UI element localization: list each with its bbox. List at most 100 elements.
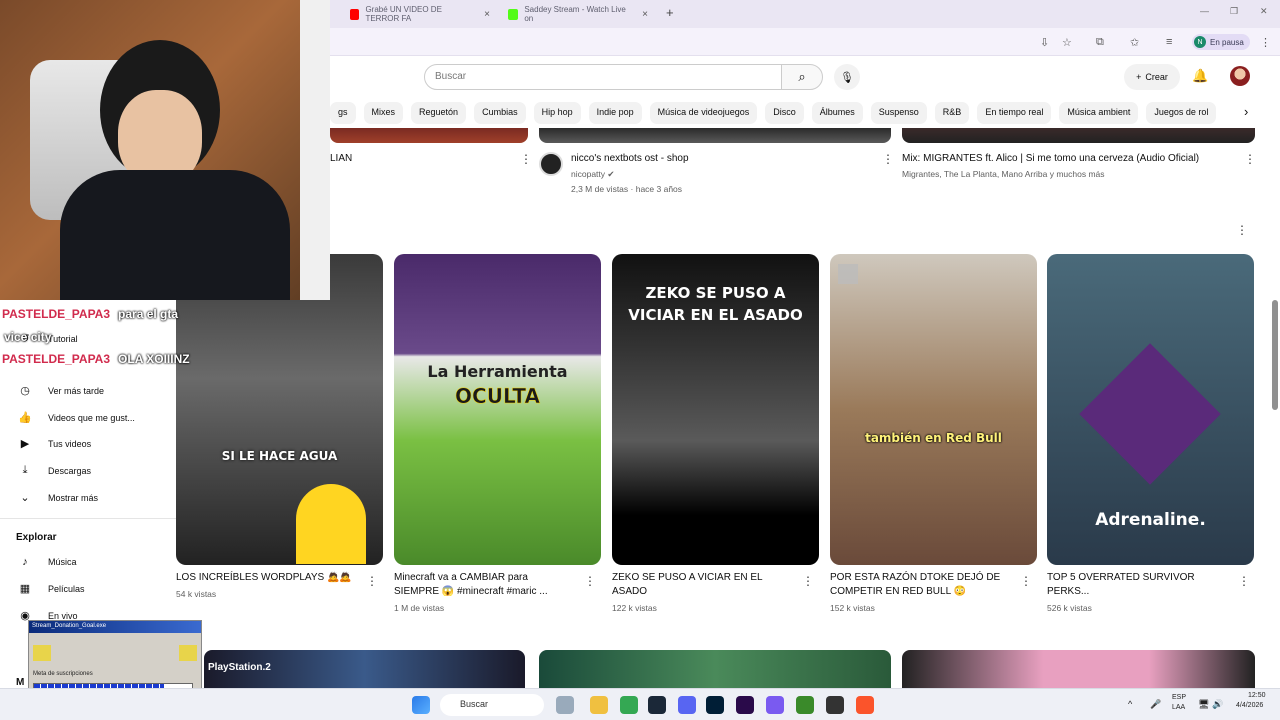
reading-list-icon[interactable]: ≡ xyxy=(1166,36,1172,48)
channel-name[interactable]: nicopatty ✔ xyxy=(571,169,615,180)
create-button[interactable]: + Crear xyxy=(1124,64,1180,90)
video-thumbnail[interactable] xyxy=(539,650,891,688)
search-input[interactable]: Buscar xyxy=(424,64,782,90)
install-app-icon[interactable]: ⇩ xyxy=(1040,36,1049,49)
clock-icon: ◷ xyxy=(20,385,30,397)
sidebar-item-your-videos[interactable]: ▶ Tus videos xyxy=(18,437,91,450)
more-options-icon[interactable]: ⋮ xyxy=(1020,574,1032,588)
taskbar-search[interactable]: Buscar xyxy=(440,694,544,716)
chevron-right-icon[interactable]: › xyxy=(1244,104,1248,119)
more-options-icon[interactable]: ⋮ xyxy=(1244,152,1256,166)
mic-icon[interactable]: 🎤 xyxy=(1150,699,1161,710)
notifications-bell-icon[interactable]: 🔔 xyxy=(1192,68,1208,84)
chip[interactable]: Música de videojuegos xyxy=(649,102,758,124)
new-tab-icon[interactable]: + xyxy=(666,5,674,20)
chrome-icon[interactable] xyxy=(620,696,638,714)
minimize-icon[interactable]: — xyxy=(1200,6,1209,16)
short-thumbnail-3[interactable]: ZEKO SE PUSO A VICIAR EN EL ASADO xyxy=(612,254,819,565)
chip[interactable]: R&B xyxy=(934,102,970,124)
close-tab-icon[interactable]: × xyxy=(484,9,490,20)
sidebar-item-downloads[interactable]: ⤓ Descargas xyxy=(18,464,91,477)
video-title[interactable]: Mix: MIGRANTES ft. Alico | Si me tomo un… xyxy=(902,152,1232,166)
favorites-icon[interactable]: ✩ xyxy=(1130,36,1139,49)
app-icon[interactable] xyxy=(826,696,844,714)
video-thumbnail[interactable] xyxy=(330,128,528,143)
clock-date[interactable]: 4/4/2026 xyxy=(1236,702,1263,709)
maximize-icon[interactable]: ❐ xyxy=(1230,6,1238,17)
short-views: 54 k vistas xyxy=(176,589,217,599)
browser-menu-icon[interactable]: ⋮ xyxy=(1260,36,1271,49)
photoshop-icon[interactable] xyxy=(706,696,724,714)
more-options-icon[interactable]: ⋮ xyxy=(1238,574,1250,588)
volume-icon[interactable]: 🔊 xyxy=(1212,699,1223,710)
close-tab-icon[interactable]: × xyxy=(642,9,648,20)
short-title[interactable]: LOS INCREÍBLES WORDPLAYS 🙇🙇 xyxy=(176,571,366,585)
chat-text: OLA XOIIINZ xyxy=(118,352,190,366)
chip[interactable]: Disco xyxy=(765,102,804,124)
extensions-icon[interactable]: ⧉ xyxy=(1096,36,1104,49)
short-thumbnail-2[interactable]: La Herramienta OCULTA xyxy=(394,254,601,565)
more-options-icon[interactable]: ⋮ xyxy=(520,152,532,166)
more-options-icon[interactable]: ⋮ xyxy=(584,574,596,588)
chip[interactable]: Suspenso xyxy=(870,102,927,124)
chip[interactable]: Hip hop xyxy=(533,102,581,124)
video-title[interactable]: LIAN xyxy=(330,152,352,166)
shelf-more-options-icon[interactable]: ⋮ xyxy=(1236,223,1248,237)
sidebar-item-liked[interactable]: 👍 Videos que me gust... xyxy=(18,411,135,424)
language-indicator[interactable]: ESP xyxy=(1172,694,1186,701)
steam-icon[interactable] xyxy=(648,696,666,714)
short-thumbnail-5[interactable]: Adrenaline. xyxy=(1047,254,1254,565)
browser-tab-kick[interactable]: Saddey Stream - Watch Live on × xyxy=(502,4,654,24)
short-title[interactable]: Minecraft va a CAMBIAR para SIEMPRE 😱 #m… xyxy=(394,571,574,599)
browser-profile-button[interactable]: N En pausa xyxy=(1192,34,1250,50)
user-avatar[interactable] xyxy=(1230,66,1250,86)
tray-chevron-icon[interactable]: ^ xyxy=(1128,699,1132,709)
mix-thumbnail[interactable] xyxy=(902,128,1255,143)
short-title[interactable]: TOP 5 OVERRATED SURVIVOR PERKS... xyxy=(1047,571,1227,599)
close-window-icon[interactable]: ✕ xyxy=(1260,6,1268,17)
browser-tab-youtube[interactable]: Grabé UN VIDEO DE TERROR FA × xyxy=(344,4,496,24)
video-thumbnail[interactable] xyxy=(902,650,1255,688)
page-scrollbar[interactable] xyxy=(1272,300,1278,410)
chip[interactable]: Cumbias xyxy=(474,102,526,124)
chip[interactable]: Juegos de rol xyxy=(1146,102,1217,124)
obs-icon[interactable] xyxy=(766,696,784,714)
chip[interactable]: Mixes xyxy=(363,102,404,124)
windows-start-icon[interactable] xyxy=(412,696,430,714)
chip[interactable]: Álbumes xyxy=(811,102,863,124)
task-view-icon[interactable] xyxy=(556,696,574,714)
premiere-icon[interactable] xyxy=(736,696,754,714)
chip[interactable]: gs xyxy=(330,102,356,124)
discord-icon[interactable] xyxy=(678,696,696,714)
minecraft-icon[interactable] xyxy=(796,696,814,714)
clock-time[interactable]: 12:50 xyxy=(1248,692,1266,699)
more-options-icon[interactable]: ⋮ xyxy=(802,574,814,588)
chip[interactable]: Música ambient xyxy=(1059,102,1139,124)
chip[interactable]: En tiempo real xyxy=(977,102,1052,124)
short-title[interactable]: POR ESTA RAZÓN DTOKE DEJÓ DE COMPETIR EN… xyxy=(830,571,1015,599)
voice-search-button[interactable]: 🎙 xyxy=(834,64,860,90)
more-options-icon[interactable]: ⋮ xyxy=(366,574,378,588)
brave-icon[interactable] xyxy=(856,696,874,714)
short-thumbnail-4[interactable]: también en Red Bull xyxy=(830,254,1037,565)
sidebar-item-show-more[interactable]: ⌄ Mostrar más xyxy=(18,491,98,504)
video-thumbnail[interactable]: PlayStation.2 xyxy=(204,650,525,688)
sidebar-item-watch-later[interactable]: ◷ Ver más tarde xyxy=(18,384,104,397)
divider xyxy=(0,518,176,519)
chip[interactable]: Reguetón xyxy=(411,102,467,124)
sidebar-item-movies[interactable]: ▦ Películas xyxy=(18,582,85,595)
bookmark-star-icon[interactable]: ☆ xyxy=(1062,36,1072,49)
file-explorer-icon[interactable] xyxy=(590,696,608,714)
video-thumbnail[interactable] xyxy=(539,128,891,143)
network-icon[interactable]: 🖥 xyxy=(1198,699,1209,710)
channel-name[interactable]: Migrantes, The La Planta, Mano Arriba y … xyxy=(902,169,1105,179)
short-title[interactable]: ZEKO SE PUSO A VICIAR EN EL ASADO xyxy=(612,571,792,599)
more-options-icon[interactable]: ⋮ xyxy=(882,152,894,166)
chip[interactable]: Indie pop xyxy=(588,102,642,124)
video-title[interactable]: nicco's nextbots ost - shop xyxy=(571,152,689,166)
sidebar-item-music[interactable]: ♪ Música xyxy=(18,556,76,568)
short-thumbnail-1[interactable]: SI LE HACE AGUA xyxy=(176,254,383,565)
folder-icon xyxy=(33,645,51,661)
channel-avatar[interactable] xyxy=(539,152,563,176)
search-button[interactable]: ⌕ xyxy=(781,64,823,90)
